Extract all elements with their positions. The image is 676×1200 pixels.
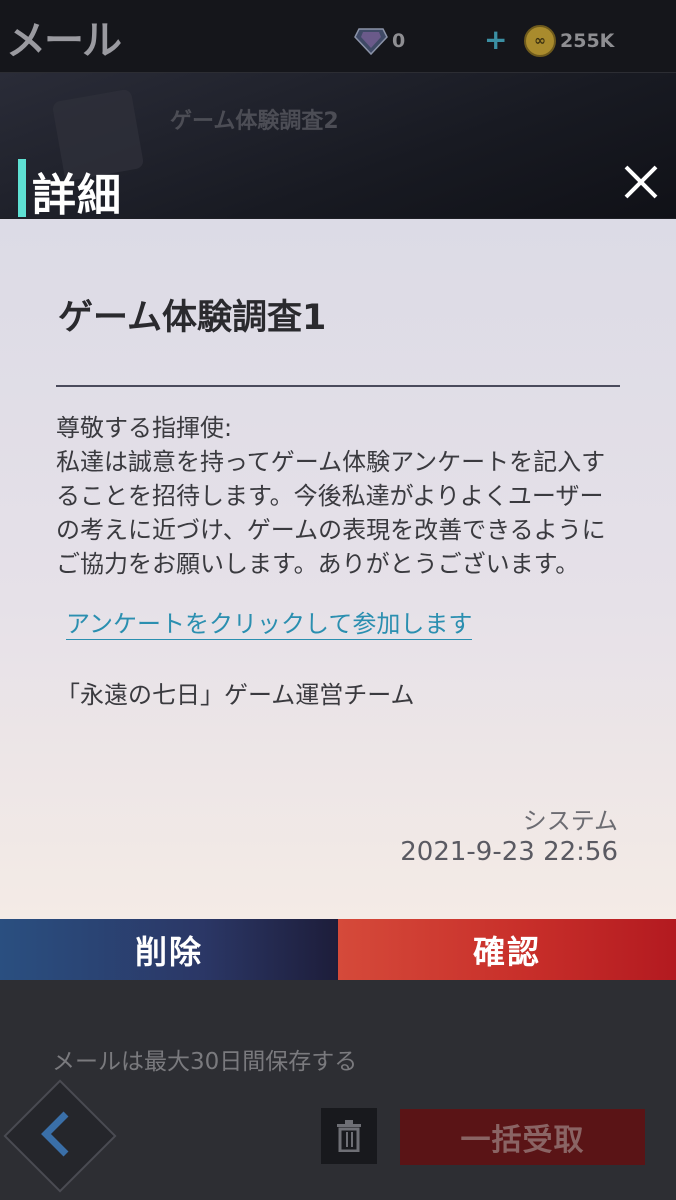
delete-read-button[interactable] bbox=[321, 1108, 377, 1164]
coin-icon: ∞ bbox=[524, 25, 556, 57]
survey-link[interactable]: アンケートをクリックして参加します bbox=[66, 609, 473, 640]
add-currency-button[interactable]: + bbox=[484, 23, 507, 56]
mail-title: ゲーム体験調査1 bbox=[58, 298, 327, 338]
coin-counter: ∞ 255K bbox=[524, 25, 615, 57]
header-accent-bar bbox=[18, 159, 26, 217]
claim-all-button[interactable]: 一括受取 bbox=[400, 1109, 645, 1165]
mail-greeting: 尊敬する指揮使: bbox=[56, 414, 233, 442]
confirm-button[interactable]: 確認 bbox=[338, 919, 676, 980]
trash-icon bbox=[337, 1120, 361, 1152]
delete-button[interactable]: 削除 bbox=[0, 919, 338, 980]
close-icon bbox=[624, 165, 658, 199]
mail-sender: システム bbox=[522, 807, 618, 835]
mail-body: 尊敬する指揮使: 私達は誠意を持ってゲーム体験アンケートを記入することを招待しま… bbox=[56, 411, 626, 581]
gem-counter: 0 bbox=[354, 26, 405, 56]
close-button[interactable] bbox=[616, 157, 666, 207]
modal-header: 詳細 bbox=[0, 155, 676, 221]
gem-icon bbox=[354, 28, 388, 56]
screen-title: メール bbox=[6, 18, 122, 64]
gem-count: 0 bbox=[392, 30, 406, 52]
top-bar: メール 0 + ∞ 255K bbox=[0, 0, 676, 73]
mail-list-item-title[interactable]: ゲーム体験調査2 bbox=[170, 103, 339, 135]
title-divider bbox=[56, 385, 620, 387]
mail-signature: 「永遠の七日」ゲーム運営チーム bbox=[56, 681, 415, 709]
mail-detail-panel: ゲーム体験調査1 尊敬する指揮使: 私達は誠意を持ってゲーム体験アンケートを記入… bbox=[0, 219, 676, 919]
storage-note: メールは最大30日間保存する bbox=[52, 1049, 358, 1075]
mail-message: 私達は誠意を持ってゲーム体験アンケートを記入することを招待します。今後私達がより… bbox=[56, 448, 606, 578]
mail-datetime: 2021-9-23 22:56 bbox=[400, 837, 618, 867]
mail-footer: メールは最大30日間保存する 一括受取 bbox=[0, 980, 676, 1200]
modal-title: 詳細 bbox=[32, 170, 122, 221]
back-chevron-icon[interactable] bbox=[26, 1104, 86, 1164]
coin-count: 255K bbox=[560, 30, 615, 52]
